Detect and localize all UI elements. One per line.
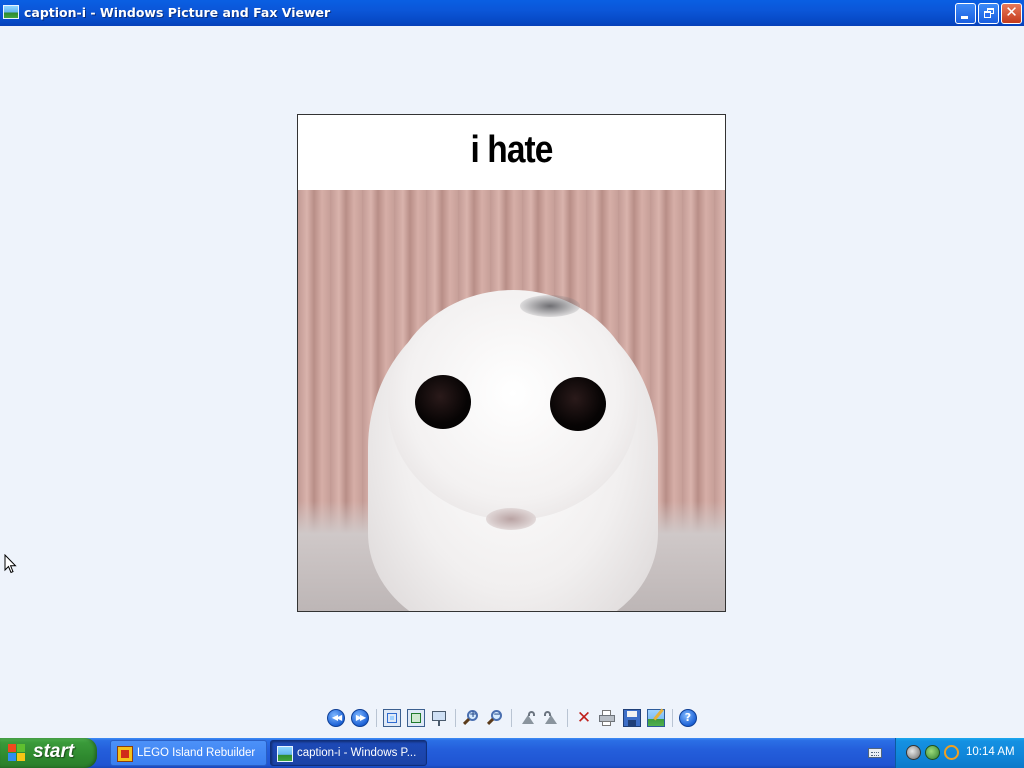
- copy-to-button[interactable]: [623, 709, 641, 727]
- clock[interactable]: 10:14 AM: [966, 746, 1015, 758]
- save-icon: [627, 711, 637, 717]
- restore-button[interactable]: [978, 3, 999, 24]
- next-image-button[interactable]: ▶▶: [351, 709, 369, 727]
- restore-icon: [984, 8, 994, 18]
- tray-app-icon[interactable]: [906, 745, 921, 760]
- tray-network-icon[interactable]: [925, 745, 940, 760]
- picture-caption: i hate: [470, 129, 553, 171]
- seal-right-eye: [550, 377, 606, 431]
- taskbar: start LEGO Island Rebuilder caption-i - …: [0, 738, 1024, 768]
- edit-button[interactable]: [647, 708, 665, 727]
- zoom-out-button[interactable]: −: [486, 709, 504, 727]
- best-fit-icon: [387, 713, 397, 723]
- previous-icon: ◀◀: [331, 713, 342, 722]
- toolbar-separator: [672, 709, 673, 727]
- start-label: start: [33, 741, 75, 762]
- keyboard-icon[interactable]: [868, 748, 882, 758]
- picture-viewer-icon[interactable]: [3, 5, 19, 19]
- delete-icon: ✕: [576, 708, 592, 728]
- slide-show-button[interactable]: [430, 709, 448, 727]
- best-fit-button[interactable]: [383, 709, 401, 727]
- rotate-clockwise-button[interactable]: [519, 709, 537, 727]
- seal-tuft: [520, 295, 580, 317]
- mouse-cursor-icon: [4, 554, 17, 574]
- next-icon: ▶▶: [355, 713, 366, 722]
- print-button[interactable]: [598, 709, 616, 727]
- caption-band: i hate: [298, 115, 725, 190]
- title-bar[interactable]: caption-i - Windows Picture and Fax View…: [0, 0, 1024, 26]
- taskbar-item-label: LEGO Island Rebuilder: [137, 747, 256, 759]
- seal-left-eye: [415, 375, 471, 429]
- seal-photo: [298, 190, 725, 611]
- start-button[interactable]: start: [0, 738, 97, 768]
- windows-logo-icon: [8, 744, 26, 762]
- toolbar-separator: [455, 709, 456, 727]
- taskbar-item-lego-island-rebuilder[interactable]: LEGO Island Rebuilder: [110, 740, 267, 766]
- toolbar-separator: [567, 709, 568, 727]
- close-button[interactable]: ✕: [1001, 3, 1022, 24]
- system-tray: 10:14 AM: [895, 738, 1024, 768]
- edit-icon: [653, 708, 664, 721]
- help-icon: ?: [684, 711, 692, 724]
- tray-search-icon[interactable]: [944, 745, 959, 760]
- actual-size-icon: [411, 713, 421, 723]
- displayed-picture: i hate: [297, 114, 726, 612]
- seal-nose: [486, 508, 536, 530]
- help-button[interactable]: ?: [679, 709, 697, 727]
- zoom-in-button[interactable]: +: [462, 709, 480, 727]
- rotate-ccw-icon: [545, 715, 557, 724]
- toolbar-separator: [376, 709, 377, 727]
- toolbar-separator: [511, 709, 512, 727]
- minimize-icon: [961, 16, 968, 19]
- slideshow-icon: [432, 711, 446, 721]
- viewer-toolbar: ◀◀ ▶▶ + − ✕ ?: [0, 706, 1024, 732]
- minimize-button[interactable]: [955, 3, 976, 24]
- taskbar-item-picture-viewer[interactable]: caption-i - Windows P...: [270, 740, 427, 766]
- close-icon: ✕: [1005, 3, 1018, 21]
- window-title: caption-i - Windows Picture and Fax View…: [24, 5, 331, 20]
- lego-app-icon: [117, 746, 133, 762]
- delete-button[interactable]: ✕: [575, 709, 593, 727]
- rotate-counterclockwise-button[interactable]: [542, 709, 560, 727]
- rotate-cw-icon: [522, 715, 534, 724]
- actual-size-button[interactable]: [407, 709, 425, 727]
- taskbar-item-label: caption-i - Windows P...: [297, 747, 417, 759]
- picture-viewer-icon: [277, 746, 293, 762]
- previous-image-button[interactable]: ◀◀: [327, 709, 345, 727]
